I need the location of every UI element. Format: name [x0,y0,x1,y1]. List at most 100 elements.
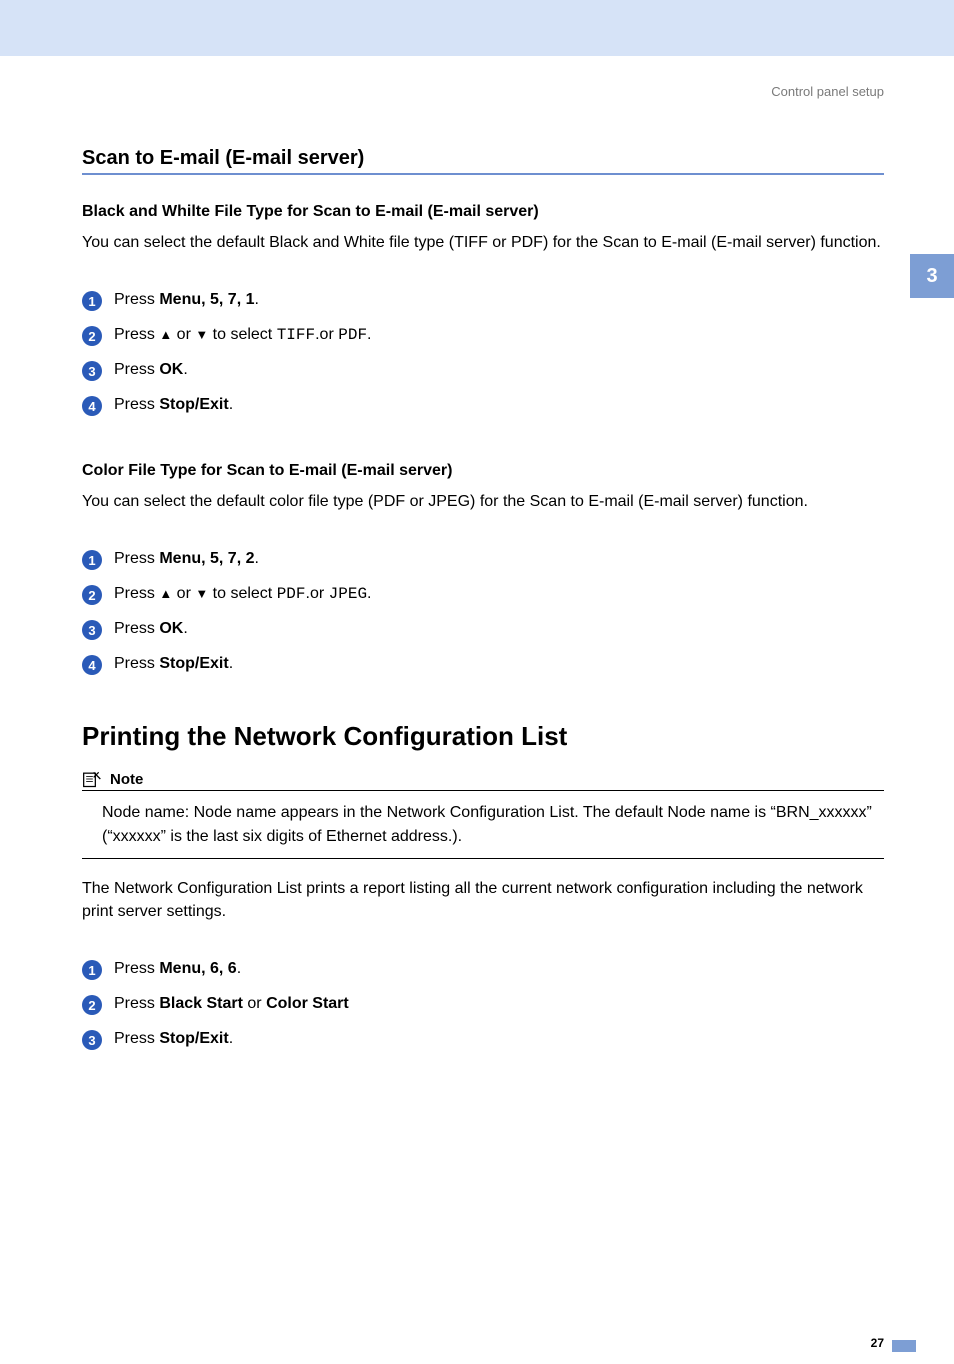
step-item: 3 Press OK. [82,619,884,640]
text: . [367,326,371,343]
note-divider [82,790,884,791]
text: . [183,620,187,637]
text: Press [114,655,159,672]
note-body: Node name: Node name appears in the Netw… [82,801,884,857]
color-intro: You can select the default color file ty… [82,490,884,513]
text: or [243,995,266,1012]
note-divider [82,858,884,859]
breadcrumb: Control panel setup [82,84,884,99]
text: Press [114,291,159,308]
step-item: 2 Press Black Start or Color Start [82,994,884,1015]
text: .or [315,326,338,343]
text: to select [208,585,276,602]
section-underline [82,173,884,175]
step-text: Press Menu, 5, 7, 1. [114,290,259,311]
page-body: Control panel setup 3 Scan to E-mail (E-… [0,56,954,1084]
menu-key: Menu [159,550,201,567]
step-text: Press Black Start or Color Start [114,994,349,1015]
step-text: Press Menu, 6, 6. [114,959,241,980]
option-pdf: PDF [338,326,367,344]
ok-key: OK [159,361,183,378]
color-steps: 1 Press Menu, 5, 7, 2. 2 Press ▲ or ▼ to… [82,549,884,675]
step-text: Press Stop/Exit. [114,395,233,416]
text: Press [114,1030,159,1047]
ncl-title: Printing the Network Configuration List [82,721,884,752]
text: to select [208,326,276,343]
footer-accent [892,1340,916,1352]
step-number-badge: 4 [82,396,102,416]
text: .or [306,585,329,602]
option-pdf: PDF [277,585,306,603]
text: Press [114,326,159,343]
key-sequence: , 6, 6 [201,960,237,977]
bw-heading: Black and Whilte File Type for Scan to E… [82,203,884,221]
step-text: Press Menu, 5, 7, 2. [114,549,259,570]
note-icon [82,770,102,788]
step-text: Press OK. [114,619,188,640]
text: . [229,655,233,672]
step-number-badge: 2 [82,995,102,1015]
step-text: Press Stop/Exit. [114,1029,233,1050]
text: . [367,585,371,602]
step-number-badge: 3 [82,361,102,381]
up-arrow-icon: ▲ [159,327,172,344]
ok-key: OK [159,620,183,637]
step-text: Press ▲ or ▼ to select PDF.or JPEG. [114,584,372,605]
page-footer: 27 [0,1324,954,1364]
stop-exit-key: Stop/Exit [159,396,228,413]
stop-exit-key: Stop/Exit [159,1030,228,1047]
step-text: Press OK. [114,360,188,381]
step-number-badge: 3 [82,1030,102,1050]
step-number-badge: 4 [82,655,102,675]
stop-exit-key: Stop/Exit [159,655,228,672]
step-number-badge: 1 [82,550,102,570]
step-item: 3 Press OK. [82,360,884,381]
text: Press [114,550,159,567]
bw-intro: You can select the default Black and Whi… [82,231,884,254]
bw-steps: 1 Press Menu, 5, 7, 1. 2 Press ▲ or ▼ to… [82,290,884,416]
step-text: Press ▲ or ▼ to select TIFF.or PDF. [114,325,372,346]
key-sequence: , 5, 7, 1 [201,291,254,308]
step-number-badge: 1 [82,960,102,980]
step-item: 1 Press Menu, 5, 7, 1. [82,290,884,311]
note-block: Note Node name: Node name appears in the… [82,770,884,858]
text: . [255,550,259,567]
page-number: 27 [871,1336,884,1350]
color-heading: Color File Type for Scan to E-mail (E-ma… [82,462,884,480]
text: Press [114,960,159,977]
text: . [255,291,259,308]
text: or [172,326,195,343]
menu-key: Menu [159,960,201,977]
step-text: Press Stop/Exit. [114,654,233,675]
step-item: 4 Press Stop/Exit. [82,654,884,675]
note-label: Note [110,771,143,788]
step-item: 1 Press Menu, 5, 7, 2. [82,549,884,570]
step-item: 2 Press ▲ or ▼ to select TIFF.or PDF. [82,325,884,346]
text: Press [114,361,159,378]
text: . [183,361,187,378]
color-start-key: Color Start [266,995,349,1012]
header-band [0,0,954,56]
down-arrow-icon: ▼ [195,327,208,344]
text: . [229,396,233,413]
note-header: Note [82,770,884,788]
up-arrow-icon: ▲ [159,586,172,603]
chapter-tab: 3 [910,254,954,298]
menu-key: Menu [159,291,201,308]
down-arrow-icon: ▼ [195,586,208,603]
option-tiff: TIFF [277,326,315,344]
text: Press [114,620,159,637]
step-item: 3 Press Stop/Exit. [82,1029,884,1050]
option-jpeg: JPEG [329,585,367,603]
text: Press [114,396,159,413]
step-number-badge: 1 [82,291,102,311]
step-item: 1 Press Menu, 6, 6. [82,959,884,980]
text: Press [114,995,159,1012]
ncl-steps: 1 Press Menu, 6, 6. 2 Press Black Start … [82,959,884,1050]
text: . [229,1030,233,1047]
step-number-badge: 2 [82,326,102,346]
text: . [237,960,241,977]
key-sequence: , 5, 7, 2 [201,550,254,567]
section-title: Scan to E-mail (E-mail server) [82,147,884,170]
step-item: 4 Press Stop/Exit. [82,395,884,416]
